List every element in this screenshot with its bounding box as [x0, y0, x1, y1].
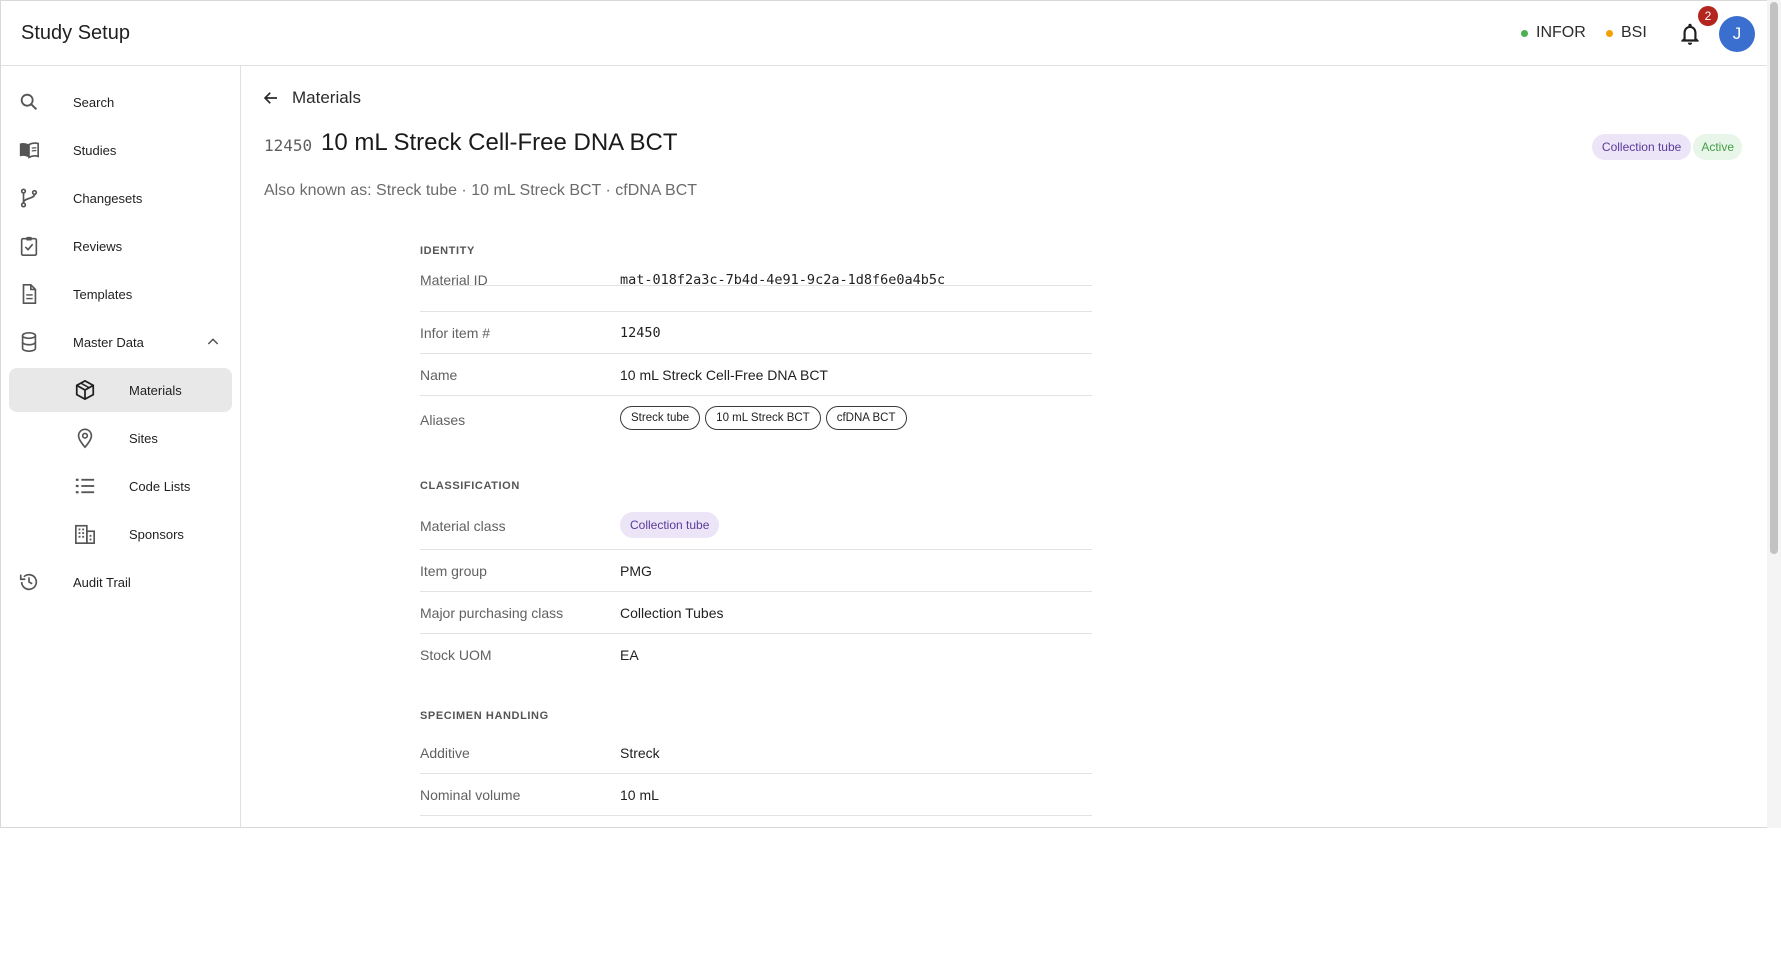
book-icon — [19, 142, 39, 159]
app-title: Study Setup — [21, 22, 130, 44]
field-value: 12450 — [620, 325, 661, 341]
sidebar-item-materials[interactable]: Materials — [9, 368, 232, 412]
sidebar-item-label: Templates — [73, 286, 133, 302]
header-chips: Collection tube Active — [1591, 134, 1742, 160]
section-heading-specimen-handling: SPECIMEN HANDLING — [420, 710, 549, 722]
status-dot-icon — [1606, 29, 1613, 37]
sidebar-item-label: Reviews — [73, 238, 123, 254]
field-label: Item group — [420, 563, 487, 579]
bell-icon[interactable] — [1677, 21, 1703, 47]
field-row-item-group: Item group PMG — [420, 550, 1092, 592]
history-icon — [19, 573, 38, 591]
item-number: 12450 — [264, 136, 313, 155]
sidebar-item-label: Search — [73, 94, 115, 110]
sidebar: Search Studies Changesets Reviews Templa… — [1, 66, 241, 827]
sidebar-item-search[interactable]: Search — [9, 80, 232, 124]
alias-chip[interactable]: cfDNA BCT — [825, 406, 907, 430]
field-label: Name — [420, 367, 458, 383]
arrow-back-icon — [263, 92, 277, 104]
status-badge: Active — [1693, 134, 1742, 160]
sidebar-item-label: Sponsors — [129, 526, 184, 542]
system-label: INFOR — [1536, 24, 1586, 41]
notification-badge: 2 — [1698, 6, 1718, 26]
field-row-aliases: Aliases Streck tube 10 mL Streck BCT cfD… — [420, 396, 1092, 444]
section-heading-classification: CLASSIFICATION — [420, 480, 520, 492]
field-value: Streck — [620, 745, 660, 761]
vertical-scrollbar[interactable] — [1767, 0, 1781, 828]
alias-chip[interactable]: Streck tube — [620, 406, 701, 430]
chevron-up-icon[interactable] — [205, 334, 221, 350]
document-icon — [22, 284, 37, 304]
sidebar-item-sponsors[interactable]: Sponsors — [9, 512, 232, 556]
clipboard-check-icon — [20, 236, 38, 256]
alias-chip-list: Streck tube 10 mL Streck BCT cfDNA BCT — [620, 406, 907, 430]
system-label: BSI — [1621, 24, 1647, 41]
field-value: EA — [620, 647, 639, 663]
material-class-chip: Collection tube — [620, 512, 720, 538]
field-label: Material class — [420, 518, 506, 534]
sidebar-item-label: Materials — [129, 382, 182, 398]
page-title: 10 mL Streck Cell-Free DNA BCT — [321, 129, 678, 156]
back-link-label: Materials — [292, 88, 361, 107]
list-icon — [75, 478, 95, 494]
field-label: Aliases — [420, 412, 466, 428]
top-app-bar: Study Setup INFOR BSI 2 J — [1, 1, 1767, 66]
material-detail: Materials 12450 10 mL Streck Cell-Free D… — [242, 66, 1767, 827]
location-pin-icon — [77, 428, 93, 449]
field-label: Additive — [420, 745, 470, 761]
field-row-major-purchasing-class: Major purchasing class Collection Tubes — [420, 592, 1092, 634]
field-value: 10 mL Streck Cell-Free DNA BCT — [620, 367, 828, 383]
field-row-stock-uom: Stock UOM EA — [420, 634, 1092, 676]
branch-icon — [20, 188, 38, 208]
sidebar-item-label: Sites — [129, 430, 158, 446]
material-class-badge: Collection tube — [1591, 134, 1692, 160]
system-status-infor: INFOR — [1521, 24, 1586, 42]
sidebar-item-master-data[interactable]: Master Data — [9, 320, 232, 364]
sidebar-item-label: Code Lists — [129, 478, 191, 494]
sidebar-item-label: Changesets — [73, 190, 143, 206]
field-row-material-id: Material ID mat-018f2a3c-7b4d-4e91-9c2a-… — [420, 242, 1092, 288]
field-label: Material ID — [420, 272, 488, 288]
cube-icon — [75, 379, 95, 401]
avatar[interactable]: J — [1719, 16, 1755, 52]
field-row-additive: Additive Streck — [420, 732, 1092, 774]
system-status-bsi: BSI — [1606, 24, 1647, 42]
status-dot-icon — [1521, 29, 1528, 37]
database-icon — [21, 332, 37, 352]
field-value: mat-018f2a3c-7b4d-4e91-9c2a-1d8f6e0a4b5c — [620, 272, 946, 288]
sidebar-item-label: Studies — [73, 142, 117, 158]
field-label: Nominal volume — [420, 787, 521, 803]
field-row-nominal-volume: Nominal volume 10 mL — [420, 774, 1092, 816]
field-row-material-class: Material class Collection tube — [420, 502, 1092, 550]
also-known-as: Also known as: Streck tube · 10 mL Strec… — [264, 182, 698, 199]
building-icon — [75, 524, 95, 544]
field-value: Collection Tubes — [620, 605, 724, 621]
field-label: Stock UOM — [420, 647, 492, 663]
sidebar-item-reviews[interactable]: Reviews — [9, 224, 232, 268]
field-label: Major purchasing class — [420, 605, 564, 621]
search-icon — [20, 93, 38, 111]
sidebar-item-studies[interactable]: Studies — [9, 128, 232, 172]
alias-chip[interactable]: 10 mL Streck BCT — [705, 406, 821, 430]
sidebar-item-label: Audit Trail — [73, 574, 131, 590]
field-value: 10 mL — [620, 787, 659, 803]
sidebar-item-label: Master Data — [73, 334, 144, 350]
sidebar-item-code-lists[interactable]: Code Lists — [9, 464, 232, 508]
field-value: PMG — [620, 563, 652, 579]
back-link[interactable]: Materials — [262, 88, 361, 108]
scrollbar-thumb[interactable] — [1770, 2, 1778, 554]
sidebar-item-audit-trail[interactable]: Audit Trail — [9, 560, 232, 604]
field-label: Infor item # — [420, 325, 491, 341]
app-window: Study Setup INFOR BSI 2 J Search Studies… — [0, 0, 1767, 828]
field-row-infor-item: Infor item # 12450 — [420, 312, 1092, 354]
field-row-name: Name 10 mL Streck Cell-Free DNA BCT — [420, 354, 1092, 396]
sidebar-item-sites[interactable]: Sites — [9, 416, 232, 460]
sidebar-item-changesets[interactable]: Changesets — [9, 176, 232, 220]
sidebar-item-templates[interactable]: Templates — [9, 272, 232, 316]
